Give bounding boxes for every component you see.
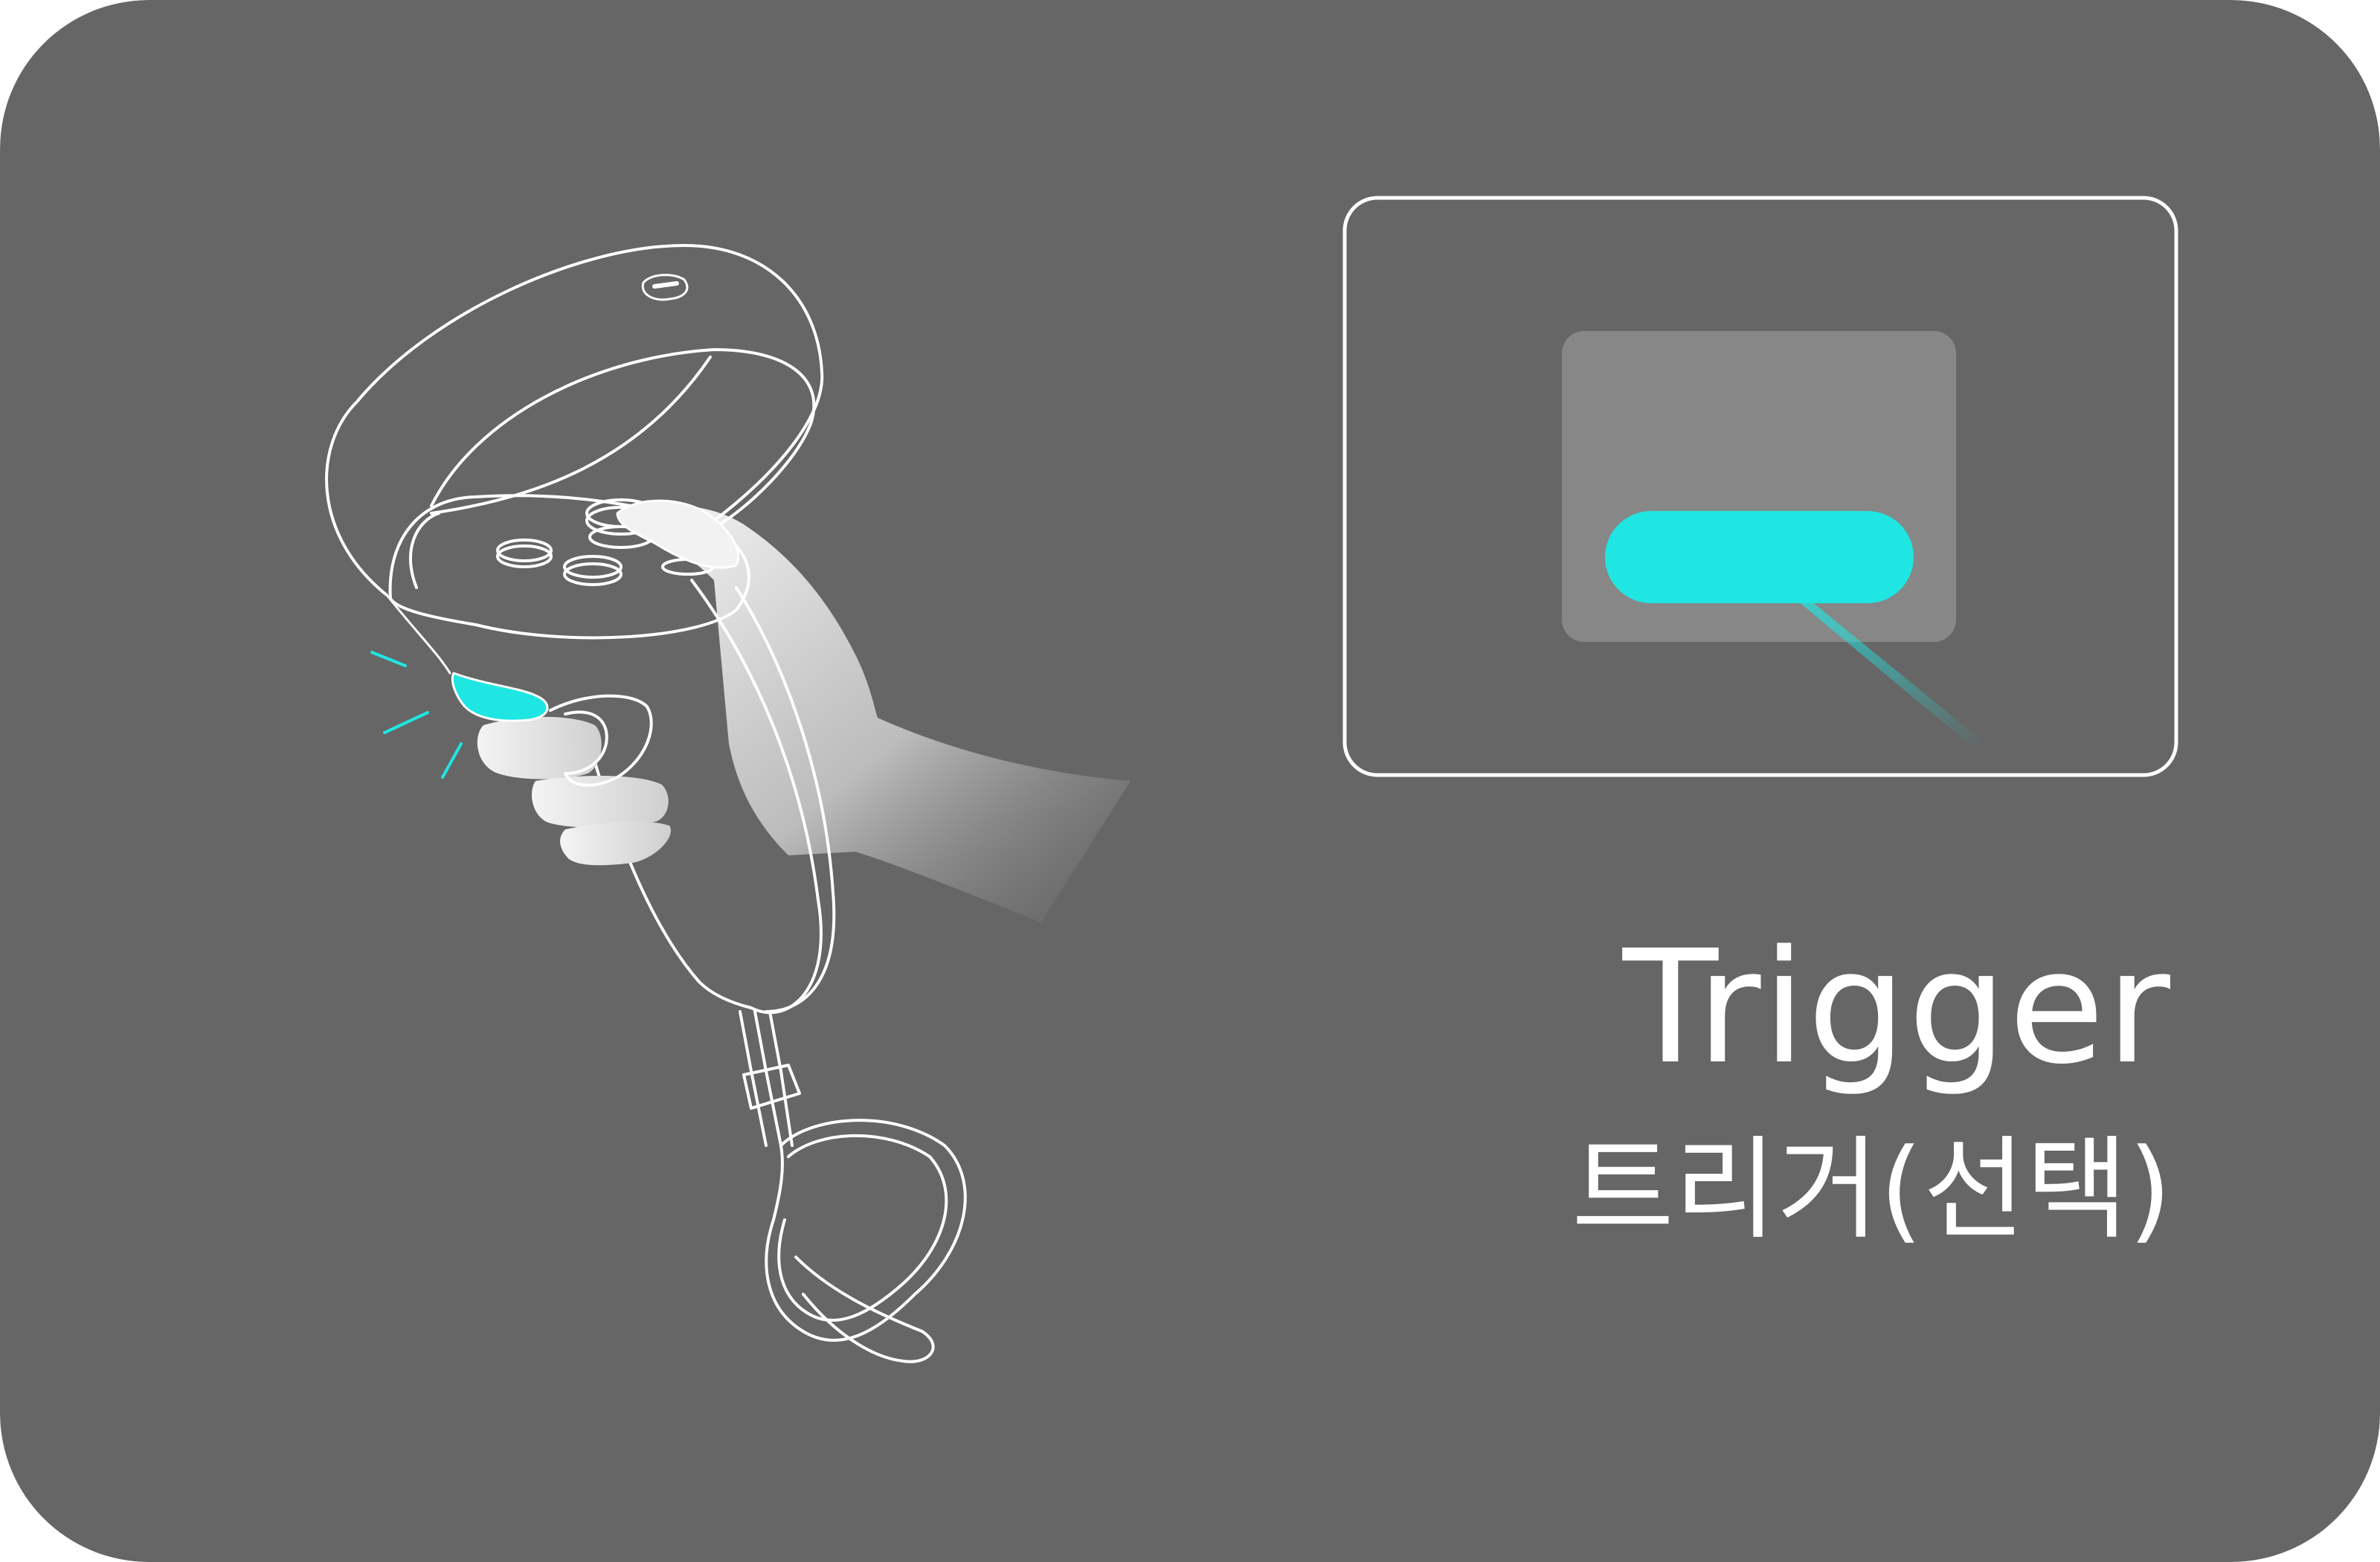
- illustration: [0, 0, 2380, 1562]
- title-korean: 트리거(선택): [1571, 1125, 2172, 1255]
- title-english: Trigger: [1622, 916, 2172, 1099]
- tutorial-card: Trigger 트리거(선택): [0, 0, 2380, 1562]
- select-button: [1605, 511, 1914, 603]
- card-background: [0, 0, 2380, 1562]
